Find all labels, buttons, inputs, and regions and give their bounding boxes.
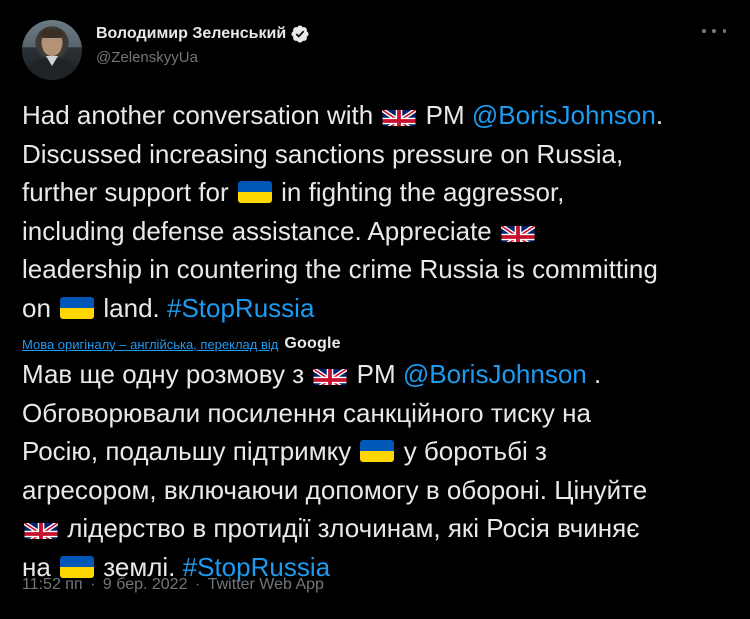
tweet-text-span: land.	[96, 292, 167, 323]
meta-separator: ·	[90, 576, 96, 593]
ukraine-flag-icon	[60, 296, 95, 319]
tweet-text-span: in fighting the aggressor,	[273, 177, 565, 207]
ukraine-flag-icon	[60, 555, 95, 578]
tweet-header: Володимир Зеленський @ZelenskyyUa	[22, 16, 728, 82]
tweet-meta: 11:52 пп · 9 бер. 2022 · Twitter Web App	[22, 576, 324, 594]
tweet-date[interactable]: 9 бер. 2022	[103, 576, 188, 593]
tweet-text-line: Мав ще одну розмову з PM @BorisJohnson .	[22, 355, 728, 394]
tweet-text-span: Обговорювали посилення санкційного тиску…	[22, 397, 591, 428]
tweet-text-line: Had another conversation with PM @BorisJ…	[22, 96, 728, 135]
tweet-source: Twitter Web App	[207, 576, 324, 593]
google-logo: Google	[284, 335, 341, 352]
meta-separator: ·	[194, 576, 201, 593]
tweet-time[interactable]: 11:52 пп	[22, 576, 83, 593]
tweet-text-span: Had another conversation with	[22, 100, 381, 130]
tweet-text-span: PM	[418, 100, 472, 130]
tweet-text-span: leadership in countering the crime Russi…	[22, 254, 658, 284]
mention-link[interactable]: @BorisJohnson	[472, 100, 656, 130]
author-names: Володимир Зеленський @ZelenskyyUa	[96, 23, 310, 68]
verified-badge-icon	[291, 24, 309, 43]
tweet-text-span: .	[586, 359, 602, 389]
mention-link[interactable]: @BorisJohnson	[403, 359, 587, 389]
tweet-text-span: у боротьбі з	[396, 436, 547, 466]
tweet-text-span: лідерство в протидії злочинам, які Росія…	[60, 513, 640, 543]
tweet-text-line: including defense assistance. Appreciate	[22, 212, 728, 251]
more-options-icon[interactable]	[702, 26, 726, 36]
tweet-text-line: Discussed increasing sanctions pressure …	[22, 135, 728, 174]
ukraine-flag-icon	[360, 440, 395, 462]
author-handle[interactable]: @ZelenskyyUa	[96, 47, 310, 68]
translation-link[interactable]: Мова оригіналу – англійська, переклад ві…	[22, 337, 278, 352]
tweet-text-line: Росію, подальшу підтримку у боротьбі з	[22, 432, 728, 471]
tweet-text-span: PM	[349, 359, 403, 389]
uk-flag-icon	[500, 220, 535, 242]
tweet-text-span: further support for	[22, 177, 236, 207]
uk-flag-icon	[24, 517, 58, 539]
tweet-card: Володимир Зеленський @ZelenskyyUa Had an…	[0, 0, 750, 619]
tweet-text-line: Обговорювали посилення санкційного тиску…	[22, 394, 728, 433]
tweet-text-span: .	[655, 100, 664, 130]
tweet-text-original: Had another conversation with PM @BorisJ…	[22, 96, 728, 327]
tweet-text-span: Discussed increasing sanctions pressure …	[22, 138, 624, 169]
translation-note: Мова оригіналу – англійська, переклад ві…	[22, 333, 728, 355]
author-display-name[interactable]: Володимир Зеленський	[96, 23, 286, 44]
tweet-text-span: Росію, подальшу підтримку	[22, 436, 359, 466]
tweet-text-line: leadership in countering the crime Russi…	[22, 250, 728, 289]
tweet-text-line: further support for in fighting the aggr…	[22, 173, 728, 212]
tweet-text-line: on land. #StopRussia	[22, 289, 728, 328]
avatar[interactable]	[22, 20, 82, 80]
tweet-text-span: on	[22, 292, 59, 323]
ukraine-flag-icon	[237, 181, 272, 203]
tweet-text-translated: Мав ще одну розмову з PM @BorisJohnson .…	[22, 355, 728, 586]
tweet-text-line: агресором, включаючи допомогу в обороні.…	[22, 471, 728, 510]
tweet-text-span: агресором, включаючи допомогу в обороні.…	[22, 474, 648, 505]
hashtag-link[interactable]: #StopRussia	[167, 293, 314, 323]
tweet-text-span: including defense assistance. Appreciate	[22, 215, 499, 246]
tweet-text-span: Мав ще одну розмову з	[22, 359, 312, 389]
tweet-text-line: лідерство в протидії злочинам, які Росія…	[22, 509, 728, 548]
uk-flag-icon	[382, 104, 417, 126]
uk-flag-icon	[313, 363, 348, 385]
